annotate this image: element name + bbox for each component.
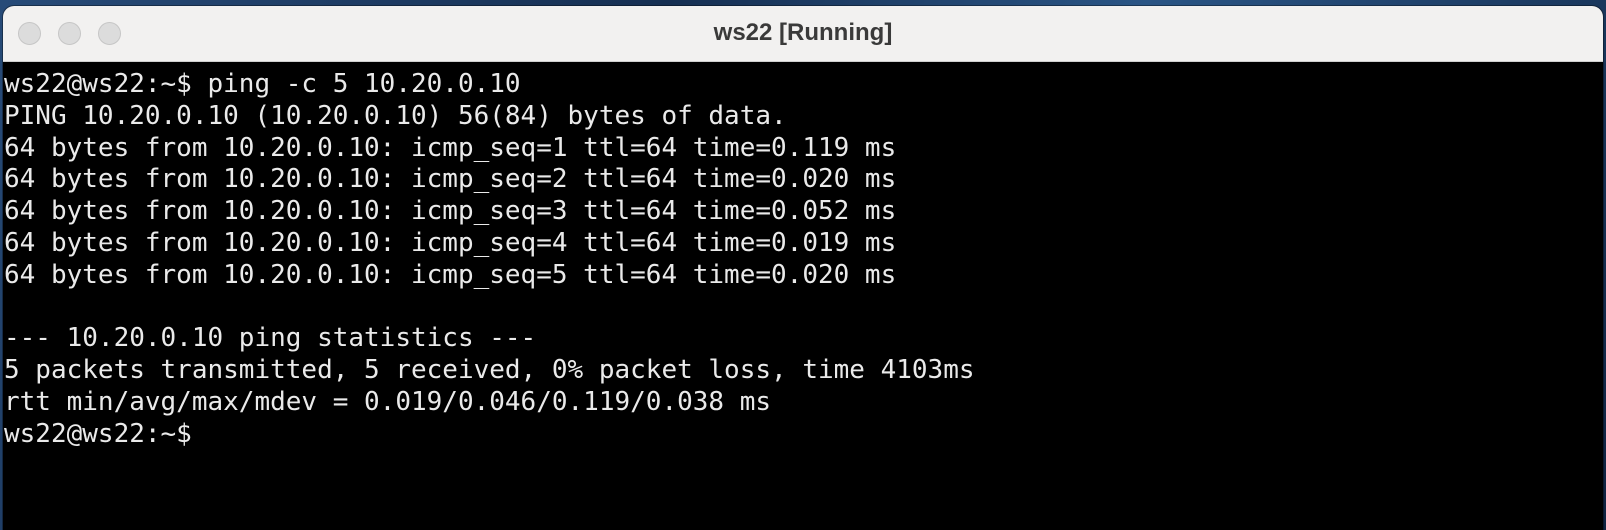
vm-window[interactable]: ws22 [Running] ws22@ws22:~$ ping -c 5 10… — [3, 6, 1603, 530]
terminal-line: rtt min/avg/max/mdev = 0.019/0.046/0.119… — [4, 386, 772, 417]
terminal-line: --- 10.20.0.10 ping statistics --- — [4, 323, 537, 354]
terminal-line: 64 bytes from 10.20.0.10: icmp_seq=3 ttl… — [4, 196, 897, 227]
terminal-line: 64 bytes from 10.20.0.10: icmp_seq=1 ttl… — [4, 132, 897, 163]
terminal-line: 64 bytes from 10.20.0.10: icmp_seq=5 ttl… — [4, 259, 897, 290]
window-title: ws22 [Running] — [713, 19, 893, 46]
terminal-line: ws22@ws22:~$ ping -c 5 10.20.0.10 — [4, 69, 521, 99]
terminal-line: 5 packets transmitted, 5 received, 0% pa… — [4, 355, 975, 386]
terminal-console[interactable]: ws22@ws22:~$ ping -c 5 10.20.0.10 PING 1… — [3, 62, 1603, 530]
terminal-prompt[interactable]: ws22@ws22:~$ — [4, 419, 1603, 451]
terminal-line: PING 10.20.0.10 (10.20.0.10) 56(84) byte… — [4, 100, 787, 131]
terminal-line: 64 bytes from 10.20.0.10: icmp_seq=4 ttl… — [4, 227, 897, 258]
terminal-line: 64 bytes from 10.20.0.10: icmp_seq=2 ttl… — [4, 164, 897, 195]
title-bar[interactable]: ws22 [Running] — [3, 6, 1603, 62]
